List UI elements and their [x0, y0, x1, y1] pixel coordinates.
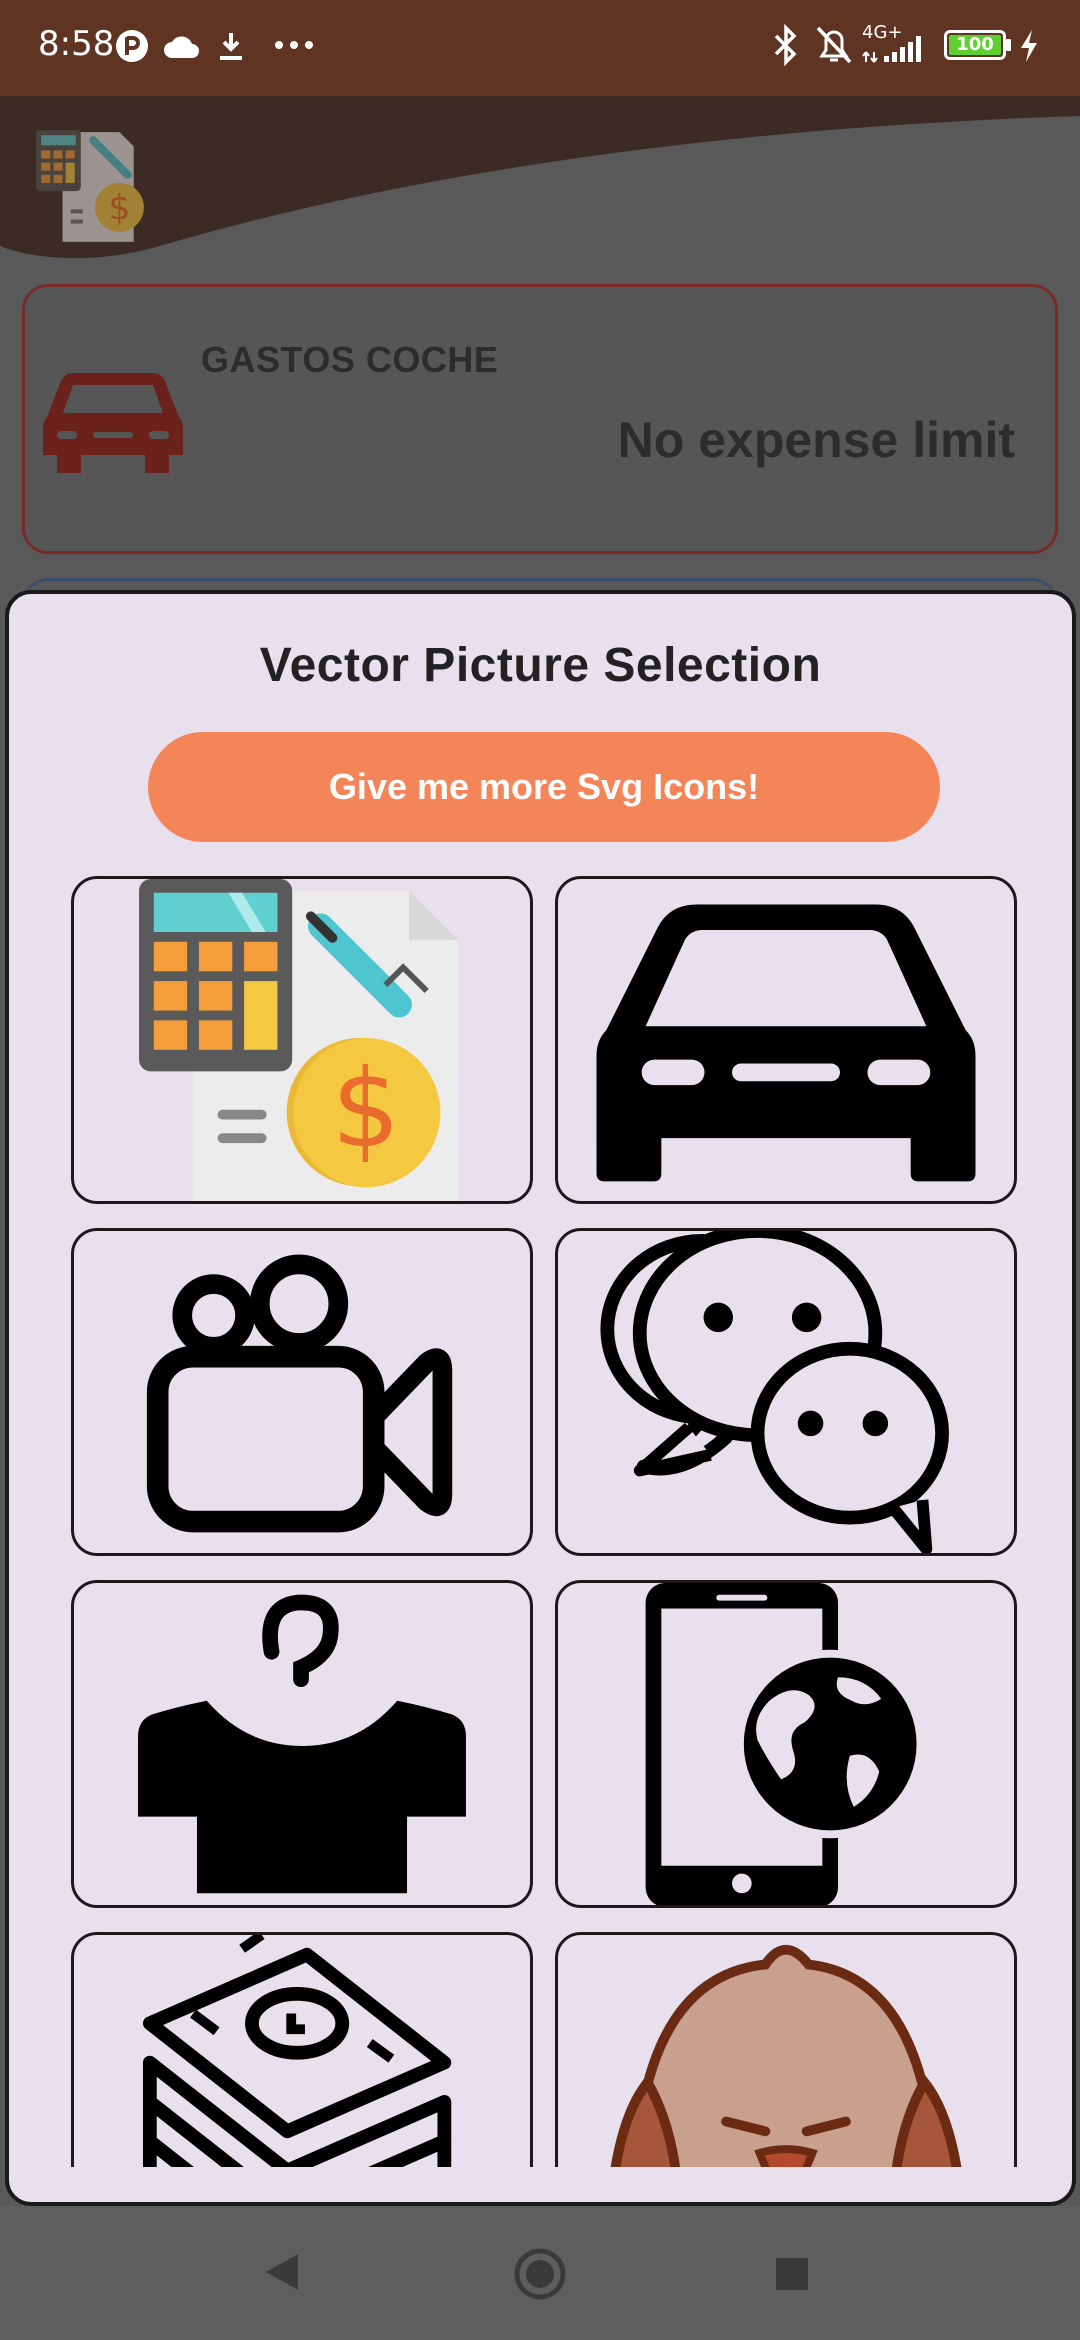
calculator-money-icon: $: [139, 879, 459, 1201]
svg-text:$: $: [108, 189, 130, 229]
icon-tile-car[interactable]: [555, 876, 1017, 1204]
card-expense-limit: No expense limit: [617, 412, 1015, 468]
mute-icon: [816, 26, 852, 64]
chat-bubbles-icon: [600, 1231, 949, 1553]
bluetooth-icon: [774, 24, 797, 66]
app-indicator-icon: [116, 30, 148, 62]
home-icon[interactable]: [512, 2246, 568, 2302]
icon-tile-dog[interactable]: [555, 1932, 1017, 2167]
battery-tip: [1006, 39, 1011, 51]
shirt-hanger-icon: [138, 1594, 466, 1894]
status-time: 8:58: [38, 24, 115, 64]
car-icon: [596, 904, 976, 1182]
video-camera-icon: [146, 1254, 453, 1533]
signal-icon: [862, 36, 921, 63]
app-logo-icon: $: [36, 130, 144, 242]
charging-icon: [1021, 30, 1037, 62]
header-wave: [0, 96, 1080, 259]
vector-picture-dialog: $ Vector Picture Selection Give me more …: [5, 590, 1076, 2206]
more-dots-icon: [275, 41, 313, 49]
status-bar: 8:58 4G+ 100: [0, 0, 1080, 96]
icon-tile-phone-globe[interactable]: [555, 1580, 1017, 1908]
navigation-bar: [0, 2206, 1080, 2340]
card-title: GASTOS COCHE: [201, 339, 499, 380]
battery-level: 100: [949, 35, 1001, 55]
money-stack-icon: [142, 1935, 452, 2167]
battery-icon: 100: [944, 30, 1006, 60]
more-svg-icons-button[interactable]: Give me more Svg Icons!: [148, 732, 940, 842]
icon-tile-calculator-money[interactable]: $: [71, 876, 533, 1204]
icon-tile-shirt-hanger[interactable]: [71, 1580, 533, 1908]
cloud-icon: [164, 36, 199, 58]
recents-icon[interactable]: [774, 2256, 810, 2292]
icon-tile-chat-bubbles[interactable]: [555, 1228, 1017, 1556]
download-icon: [220, 33, 242, 60]
svg-text:$: $: [331, 1047, 400, 1172]
phone-globe-icon: [645, 1583, 925, 1905]
icon-tile-video-camera[interactable]: [71, 1228, 533, 1556]
card-car-icon: [43, 373, 183, 473]
expense-card[interactable]: GASTOS COCHE No expense limit: [22, 284, 1058, 554]
dialog-title: Vector Picture Selection: [259, 639, 822, 692]
dog-icon: [610, 1944, 962, 2167]
back-icon[interactable]: [262, 2250, 302, 2294]
icon-tile-money-stack[interactable]: [71, 1932, 533, 2167]
